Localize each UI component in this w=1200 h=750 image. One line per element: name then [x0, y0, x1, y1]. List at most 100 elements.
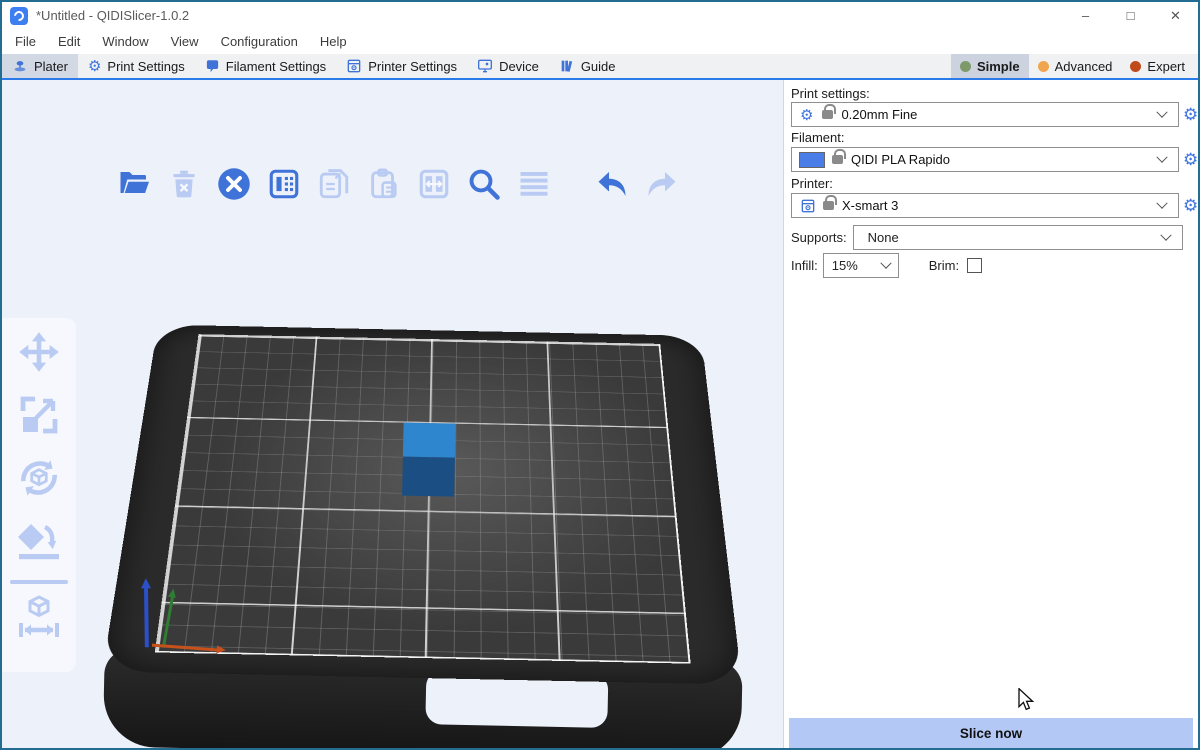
advanced-dot-icon — [1038, 61, 1049, 72]
supports-dropdown[interactable]: None — [853, 225, 1183, 250]
object-manipulation-toolbar — [2, 318, 76, 672]
maximize-button[interactable]: □ — [1108, 2, 1153, 29]
infill-dropdown[interactable]: 15% — [823, 253, 899, 278]
mode-advanced[interactable]: Advanced — [1029, 54, 1122, 78]
paste-icon — [365, 165, 403, 203]
tab-plater[interactable]: Plater — [2, 54, 78, 78]
tab-filament-settings[interactable]: Filament Settings — [195, 54, 336, 78]
build-plate-grid — [155, 334, 691, 663]
mouse-cursor-icon — [1016, 688, 1038, 712]
mode-label: Expert — [1147, 59, 1185, 74]
arrange-icon[interactable] — [265, 165, 303, 203]
axis-x-icon — [152, 644, 218, 652]
chevron-down-icon — [1156, 197, 1167, 208]
close-button[interactable]: ✕ — [1153, 2, 1198, 29]
menu-window[interactable]: Window — [91, 34, 159, 49]
axis-y-icon — [162, 596, 174, 648]
measure-icon — [13, 592, 65, 644]
filament-value: QIDI PLA Rapido — [851, 152, 1158, 167]
title-bar: *Untitled - QIDISlicer-1.0.2 – □ ✕ — [2, 2, 1198, 29]
menu-bar: File Edit Window View Configuration Help — [2, 29, 1198, 54]
copy-icon — [315, 165, 353, 203]
tab-print-settings[interactable]: ⚙ Print Settings — [78, 54, 195, 78]
printer-dropdown[interactable]: X-smart 3 — [791, 193, 1179, 218]
plater-icon — [12, 58, 28, 74]
tab-printer-settings[interactable]: Printer Settings — [336, 54, 467, 78]
tab-label: Filament Settings — [226, 59, 326, 74]
menu-configuration[interactable]: Configuration — [210, 34, 309, 49]
printer-value: X-smart 3 — [842, 198, 1158, 213]
tab-label: Plater — [34, 59, 68, 74]
device-monitor-icon — [477, 58, 493, 74]
tab-bar: Plater ⚙ Print Settings Filament Setting… — [2, 54, 1198, 78]
mode-switcher: Simple Advanced Expert — [951, 54, 1198, 78]
lock-icon — [832, 155, 843, 164]
variable-layer-height-icon — [515, 165, 553, 203]
move-icon — [13, 326, 65, 378]
brim-checkbox[interactable] — [967, 258, 982, 273]
settings-panel: Print settings: ⚙ 0.20mm Fine ⚙ Filament… — [783, 80, 1198, 748]
expert-dot-icon — [1130, 61, 1141, 72]
printer-icon — [346, 58, 362, 74]
delete-all-icon[interactable] — [215, 165, 253, 203]
place-on-face-icon — [13, 515, 65, 567]
main-toolbar — [115, 165, 681, 203]
menu-file[interactable]: File — [4, 34, 47, 49]
axis-z-icon — [144, 587, 149, 647]
viewport-3d[interactable] — [2, 80, 783, 748]
printer-label: Printer: — [791, 176, 833, 191]
tab-guide[interactable]: Guide — [549, 54, 626, 78]
infill-label: Infill: — [791, 258, 818, 273]
delete-icon — [165, 165, 203, 203]
edit-filament-gear-icon[interactable]: ⚙ — [1183, 150, 1198, 170]
app-logo-icon — [10, 7, 28, 25]
filament-label: Filament: — [791, 130, 844, 145]
mode-label: Simple — [977, 59, 1020, 74]
mode-expert[interactable]: Expert — [1121, 54, 1194, 78]
simple-dot-icon — [960, 61, 971, 72]
chevron-down-icon — [1160, 229, 1171, 240]
tab-device[interactable]: Device — [467, 54, 549, 78]
slice-now-button[interactable]: Slice now — [789, 718, 1193, 748]
menu-edit[interactable]: Edit — [47, 34, 91, 49]
menu-help[interactable]: Help — [309, 34, 358, 49]
printer-bed-handle-cutout — [425, 670, 608, 728]
filament-dropdown[interactable]: QIDI PLA Rapido — [791, 147, 1179, 172]
print-settings-label: Print settings: — [791, 86, 870, 101]
infill-value: 15% — [832, 258, 882, 273]
split-objects-icon — [415, 165, 453, 203]
search-icon[interactable] — [465, 165, 503, 203]
print-settings-dropdown[interactable]: ⚙ 0.20mm Fine — [791, 102, 1179, 127]
tab-label: Print Settings — [107, 59, 184, 74]
gear-icon: ⚙ — [88, 59, 101, 74]
toolstrip-divider — [10, 580, 68, 584]
edit-printer-gear-icon[interactable]: ⚙ — [1183, 196, 1198, 216]
printer-icon — [800, 198, 816, 214]
model-cube-front-face[interactable] — [402, 457, 455, 497]
supports-label: Supports: — [791, 230, 847, 245]
gear-icon: ⚙ — [800, 106, 813, 124]
scale-icon — [13, 389, 65, 441]
print-settings-value: 0.20mm Fine — [841, 107, 1158, 122]
chevron-down-icon — [1156, 151, 1167, 162]
chevron-down-icon — [1156, 106, 1167, 117]
open-folder-icon[interactable] — [115, 165, 153, 203]
chevron-down-icon — [880, 257, 891, 268]
window-title: *Untitled - QIDISlicer-1.0.2 — [36, 8, 189, 23]
printer-bed-front — [103, 648, 743, 748]
tab-label: Printer Settings — [368, 59, 457, 74]
filament-icon — [205, 59, 220, 74]
menu-view[interactable]: View — [160, 34, 210, 49]
mode-label: Advanced — [1055, 59, 1113, 74]
redo-icon — [643, 165, 681, 203]
mode-simple[interactable]: Simple — [951, 54, 1029, 78]
lock-icon — [823, 201, 834, 210]
model-cube-top-face[interactable] — [403, 423, 456, 458]
edit-print-settings-gear-icon[interactable]: ⚙ — [1183, 105, 1198, 125]
brim-label: Brim: — [929, 258, 959, 273]
minimize-button[interactable]: – — [1063, 2, 1108, 29]
lock-icon — [822, 110, 833, 119]
printer-bed-body — [102, 325, 742, 685]
undo-icon[interactable] — [593, 165, 631, 203]
tab-label: Device — [499, 59, 539, 74]
